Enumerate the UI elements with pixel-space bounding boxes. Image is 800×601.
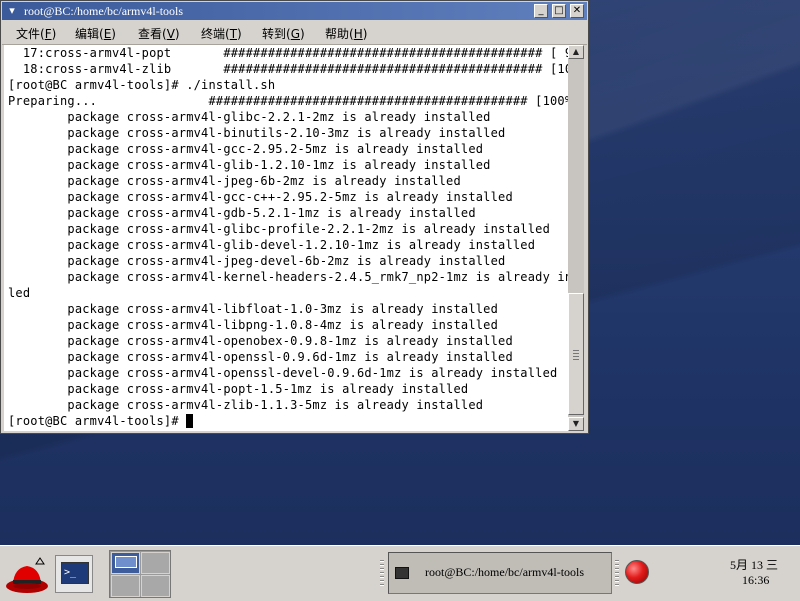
window-title: root@BC:/home/bc/armv4l-tools: [24, 4, 184, 18]
menu-edit[interactable]: 编辑(E): [75, 25, 116, 42]
bottom-panel: >_ root@BC:/home/bc/armv4l-tools 5月 13 三…: [0, 545, 800, 601]
menu-view-label: 查看: [138, 27, 163, 41]
terminal-launcher-button[interactable]: >_: [55, 555, 93, 593]
panel-handle-right[interactable]: [615, 560, 619, 588]
terminal-line: package cross-armv4l-binutils-2.10-3mz i…: [8, 126, 506, 140]
taskbar-label: root@BC:/home/bc/armv4l-tools: [425, 565, 585, 579]
terminal-line: package cross-armv4l-gcc-c++-2.95.2-5mz …: [8, 190, 513, 204]
workspace-4[interactable]: [141, 575, 170, 597]
workspace-window-thumbnail: [115, 556, 137, 568]
vertical-scrollbar[interactable]: ▲ ▼: [568, 45, 584, 431]
terminal-line: package cross-armv4l-libpng-1.0.8-4mz is…: [8, 318, 499, 332]
terminal-icon: [395, 567, 409, 579]
workspace-1[interactable]: [111, 552, 140, 574]
terminal-line: package cross-armv4l-glib-devel-1.2.10-1…: [8, 238, 536, 252]
scrollbar-grip-icon: [573, 350, 579, 360]
terminal-window: ▾ root@BC:/home/bc/armv4l-tools _ □ ✕ 文件…: [0, 0, 589, 434]
terminal-icon: >_: [61, 562, 89, 584]
workspace-pager[interactable]: [109, 550, 171, 598]
terminal-line: package cross-armv4l-glibc-2.2.1-2mz is …: [8, 110, 491, 124]
menu-edit-label: 编辑: [75, 27, 100, 41]
menu-go[interactable]: 转到(G): [262, 25, 305, 42]
menu-go-key: G: [290, 27, 301, 41]
terminal-prompt-line: [root@BC armv4l-tools]#: [8, 413, 194, 429]
terminal-line: package cross-armv4l-glibc-profile-2.2.1…: [8, 222, 550, 236]
redhat-icon[interactable]: [4, 556, 50, 596]
terminal-line: led: [8, 286, 31, 300]
record-icon[interactable]: [625, 560, 649, 584]
terminal-line: [root@BC armv4l-tools]# ./install.sh: [8, 78, 276, 92]
text-cursor: [186, 414, 194, 428]
terminal-line: package cross-armv4l-openssl-0.9.6d-1mz …: [8, 350, 513, 364]
window-titlebar[interactable]: ▾ root@BC:/home/bc/armv4l-tools _ □ ✕: [2, 2, 587, 20]
terminal-line: package cross-armv4l-jpeg-devel-6b-2mz i…: [8, 254, 506, 268]
terminal-line: package cross-armv4l-jpeg-6b-2mz is alre…: [8, 174, 461, 188]
shell-prompt: [root@BC armv4l-tools]#: [8, 414, 187, 428]
menu-terminal-label: 终端: [201, 27, 226, 41]
workspace-2[interactable]: [141, 552, 170, 574]
terminal-line: package cross-armv4l-openssl-devel-0.9.6…: [8, 366, 558, 380]
panel-handle-left[interactable]: [380, 560, 384, 588]
terminal-line: package cross-armv4l-openobex-0.9.8-1mz …: [8, 334, 513, 348]
terminal-line: package cross-armv4l-gcc-2.95.2-5mz is a…: [8, 142, 484, 156]
menu-go-label: 转到: [262, 27, 287, 41]
terminal-output[interactable]: 17:cross-armv4l-popt ###################…: [4, 45, 568, 431]
terminal-line: package cross-armv4l-popt-1.5-1mz is alr…: [8, 382, 469, 396]
maximize-button[interactable]: □: [552, 4, 566, 18]
scroll-up-arrow-icon[interactable]: ▲: [568, 45, 584, 59]
terminal-line: package cross-armv4l-glib-1.2.10-1mz is …: [8, 158, 491, 172]
clock-time: 16:36: [742, 573, 770, 587]
terminal-line: package cross-armv4l-gdb-5.2.1-1mz is al…: [8, 206, 476, 220]
menu-terminal[interactable]: 终端(T): [201, 25, 242, 42]
menu-file-key: F: [44, 27, 52, 41]
menu-bar: 文件(F) 编辑(E) 查看(V) 终端(T) 转到(G) 帮助(H): [2, 21, 587, 45]
scroll-down-arrow-icon[interactable]: ▼: [568, 417, 584, 431]
terminal-line: 17:cross-armv4l-popt ###################…: [8, 46, 568, 60]
menu-view-key: V: [166, 27, 175, 41]
menu-terminal-key: T: [229, 27, 238, 41]
menu-help[interactable]: 帮助(H): [325, 25, 367, 42]
menu-file-label: 文件: [16, 27, 41, 41]
workspace-3[interactable]: [111, 575, 140, 597]
terminal-line: 18:cross-armv4l-zlib ###################…: [8, 62, 568, 76]
menu-edit-key: E: [103, 27, 112, 41]
menu-help-key: H: [353, 27, 363, 41]
terminal-line: package cross-armv4l-zlib-1.1.3-5mz is a…: [8, 398, 484, 412]
terminal-line: Preparing... ###########################…: [8, 94, 568, 108]
clock-date: 5月 13 三: [730, 558, 779, 572]
terminal-line: package cross-armv4l-libfloat-1.0-3mz is…: [8, 302, 499, 316]
menu-help-label: 帮助: [325, 27, 350, 41]
close-button[interactable]: ✕: [570, 4, 584, 18]
window-menu-icon[interactable]: ▾: [4, 3, 20, 19]
scrollbar-thumb[interactable]: [568, 293, 584, 415]
taskbar-terminal-button[interactable]: root@BC:/home/bc/armv4l-tools: [388, 552, 612, 594]
terminal-line: package cross-armv4l-kernel-headers-2.4.…: [8, 270, 568, 284]
minimize-button[interactable]: _: [534, 4, 548, 18]
menu-view[interactable]: 查看(V): [138, 25, 180, 42]
menu-file[interactable]: 文件(F): [16, 25, 56, 42]
